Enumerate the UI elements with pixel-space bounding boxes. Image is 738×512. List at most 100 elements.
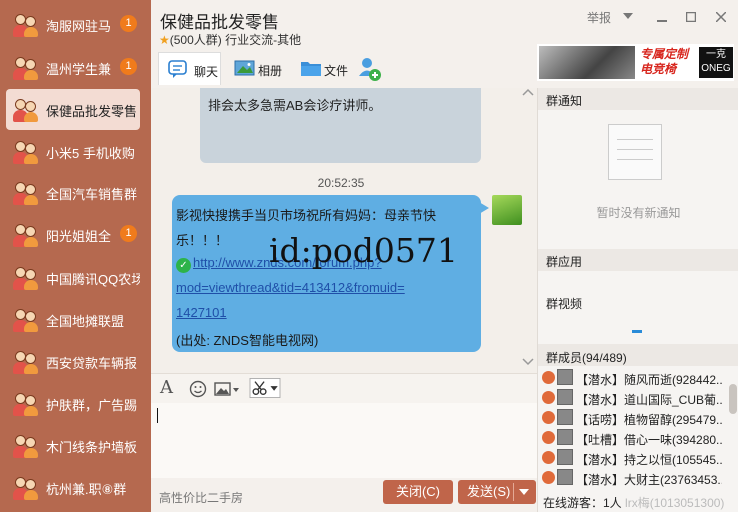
conversation-name: 木门线条护墙板 bbox=[46, 440, 138, 455]
group-avatar-icon bbox=[12, 308, 39, 333]
unread-badge: 1 bbox=[120, 58, 137, 75]
send-button[interactable]: 发送(S) bbox=[458, 480, 536, 504]
tab-files[interactable]: 文件 bbox=[292, 52, 354, 85]
group-avatar-icon bbox=[12, 476, 39, 501]
empty-notice-icon bbox=[608, 124, 662, 180]
conversation-item[interactable]: 全国地摊联盟 bbox=[6, 299, 140, 340]
message-bubble-previous: 排会太多急需AB会诊疗讲师。 bbox=[200, 88, 481, 163]
input-toolbar: A bbox=[151, 373, 537, 403]
conversation-name: 杭州兼.职⑧群 bbox=[46, 482, 127, 497]
member-status-icon bbox=[542, 451, 555, 464]
photo-icon bbox=[234, 60, 255, 76]
member-name: 【话唠】植物留醇(295479... bbox=[576, 413, 722, 427]
group-avatar-icon bbox=[12, 140, 39, 165]
scroll-down-icon[interactable] bbox=[522, 358, 534, 366]
conversation-item[interactable]: 小米5 手机收购 bbox=[6, 131, 140, 172]
message-input[interactable] bbox=[151, 403, 537, 478]
send-options-icon[interactable] bbox=[519, 489, 529, 496]
member-row[interactable]: 【潜水】随风而逝(928442... bbox=[538, 368, 726, 388]
group-title: 保健品批发零售 bbox=[160, 13, 279, 32]
conversation-item[interactable]: 中国腾讯QQ农场 bbox=[6, 257, 140, 298]
tab-chat[interactable]: 聊天 bbox=[158, 52, 221, 85]
chat-header: 保健品批发零售 ★(500人群) 行业交流-其他 举报 聊天 相册 文件 专属定… bbox=[151, 0, 738, 88]
conversation-name: 小米5 手机收购 bbox=[46, 146, 135, 161]
screenshot-scissors-icon[interactable] bbox=[248, 378, 282, 398]
folder-icon bbox=[301, 62, 321, 76]
message-link[interactable]: mod=viewthread&tid=413412&fromuid= bbox=[176, 280, 405, 295]
add-member-icon[interactable] bbox=[357, 56, 383, 82]
member-status-icon bbox=[542, 471, 555, 484]
group-info: (500人群) 行业交流-其他 bbox=[169, 33, 302, 47]
member-avatar bbox=[557, 429, 573, 445]
member-name: 【潜水】大财主(23763453... bbox=[576, 473, 722, 487]
font-icon[interactable]: A bbox=[160, 377, 173, 398]
group-avatar-icon bbox=[12, 266, 39, 291]
member-row[interactable]: 【吐槽】借心一味(394280... bbox=[538, 428, 726, 448]
conversation-name: 全国地摊联盟 bbox=[46, 314, 125, 329]
tab-chat-label: 聊天 bbox=[194, 65, 219, 79]
member-row[interactable]: 【潜水】大财主(23763453... bbox=[538, 468, 726, 488]
group-avatar-icon bbox=[12, 223, 39, 248]
member-status-icon bbox=[542, 371, 555, 384]
member-name: 【吐槽】借心一味(394280... bbox=[576, 433, 722, 447]
conversation-item[interactable]: 温州学生兼 1 bbox=[6, 47, 140, 88]
group-avatar-icon bbox=[12, 13, 39, 38]
unread-badge: 1 bbox=[120, 15, 137, 32]
close-icon[interactable] bbox=[716, 12, 726, 22]
message-link[interactable]: 1427101 bbox=[176, 305, 227, 320]
message-line: 乐！！！ bbox=[176, 233, 229, 248]
conversation-name: 护肤群，广告踢 bbox=[46, 398, 138, 413]
member-status-icon bbox=[542, 391, 555, 404]
sender-avatar[interactable] bbox=[492, 195, 522, 225]
emoji-icon[interactable] bbox=[189, 379, 207, 399]
conversation-item[interactable]: 杭州兼.职⑧群 bbox=[6, 467, 140, 508]
conversation-item-active[interactable]: 保健品批发零售 bbox=[6, 89, 140, 130]
member-row[interactable]: 【潜水】持之以恒(105545... bbox=[538, 448, 726, 468]
member-row[interactable]: 【话唠】植物留醇(295479... bbox=[538, 408, 726, 428]
group-info-panel: 群通知 暂时没有新通知 群应用 群视频 群成员(94/489) 【潜水】随风而逝… bbox=[537, 88, 738, 512]
image-icon[interactable] bbox=[214, 379, 240, 399]
message-bubble: 影视快搜携手当贝市场祝所有妈妈：母亲节快 乐！！！ ✓ http://www.z… bbox=[172, 195, 481, 352]
member-name: 【潜水】随风而逝(928442... bbox=[576, 373, 722, 387]
scroll-up-icon[interactable] bbox=[522, 88, 534, 96]
conversation-item[interactable]: 木门线条护墙板 bbox=[6, 425, 140, 466]
maximize-icon[interactable] bbox=[686, 12, 696, 22]
member-avatar bbox=[557, 369, 573, 385]
conversation-list: 淘服网驻马 1 温州学生兼 1 保健品批发零售 小米5 手机收购 全国汽车销售群… bbox=[0, 0, 151, 512]
close-button[interactable]: 关闭(C) bbox=[383, 480, 453, 504]
racing-car-image bbox=[539, 46, 635, 79]
verified-shield-icon: ✓ bbox=[176, 258, 191, 273]
advertisement-banner[interactable]: 专属定制 电竞椅 一克 ONEG bbox=[537, 44, 734, 81]
member-name: 【潜水】持之以恒(105545... bbox=[576, 453, 722, 467]
input-footer: 高性价比二手房 关闭(C) 发送(S) bbox=[151, 478, 537, 512]
message-text: 排会太多急需AB会诊疗讲师。 bbox=[208, 98, 382, 113]
tab-album[interactable]: 相册 bbox=[226, 52, 288, 85]
conversation-item[interactable]: 淘服网驻马 1 bbox=[6, 4, 140, 45]
member-list-scrollbar[interactable] bbox=[729, 384, 737, 414]
member-row[interactable]: 【潜水】道山国际_CUB葡... bbox=[538, 388, 726, 408]
group-avatar-icon bbox=[12, 98, 39, 123]
message-line: (出处: ZNDS智能电视网) bbox=[176, 333, 319, 348]
menu-dropdown-icon[interactable] bbox=[623, 13, 633, 20]
group-video-link[interactable]: 群视频 bbox=[546, 295, 582, 312]
conversation-name: 全国汽车销售群 bbox=[46, 187, 138, 202]
minimize-icon[interactable] bbox=[657, 12, 667, 22]
carousel-indicator bbox=[632, 330, 642, 333]
conversation-item[interactable]: 护肤群，广告踢 bbox=[6, 383, 140, 424]
member-avatar bbox=[557, 389, 573, 405]
message-line: 影视快搜携手当贝市场祝所有妈妈：母亲节快 bbox=[176, 208, 437, 223]
send-label: 发送(S) bbox=[467, 484, 511, 499]
member-status-icon bbox=[542, 431, 555, 444]
conversation-item[interactable]: 西安贷款车辆报 bbox=[6, 341, 140, 382]
apps-title: 群应用 bbox=[546, 255, 583, 269]
report-button[interactable]: 举报 bbox=[587, 9, 611, 26]
conversation-name: 保健品批发零售 bbox=[46, 104, 138, 119]
tab-album-label: 相册 bbox=[258, 64, 283, 78]
message-area[interactable]: 排会太多急需AB会诊疗讲师。 20:52:35 影视快搜携手当贝市场祝所有妈妈：… bbox=[151, 88, 537, 373]
group-subtitle: ★(500人群) 行业交流-其他 bbox=[159, 31, 301, 48]
member-avatar bbox=[557, 469, 573, 485]
conversation-item[interactable]: 全国汽车销售群 bbox=[6, 172, 140, 213]
online-visitors: 在线游客：1人 lrx梅(1013051300) bbox=[543, 494, 724, 511]
conversation-item[interactable]: 阳光姐姐全 1 bbox=[6, 214, 140, 255]
message-timestamp: 20:52:35 bbox=[317, 176, 365, 190]
